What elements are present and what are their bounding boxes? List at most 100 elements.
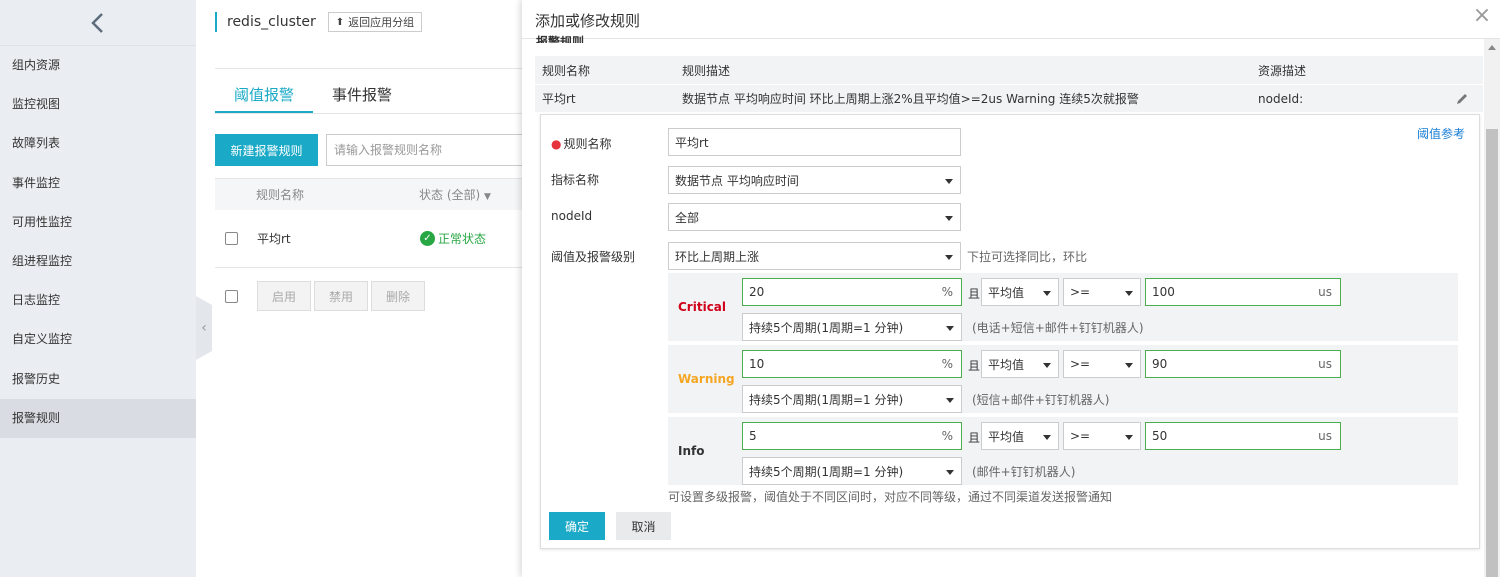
duration-select[interactable]: 持续5个周期(1周期=1 分钟) [742, 385, 962, 413]
resource-desc-cell: nodeId: [1258, 91, 1304, 106]
caret-down-icon [1125, 291, 1133, 296]
caret-down-icon [1125, 363, 1133, 368]
upload-arrow-icon: ⬆ [335, 16, 345, 28]
value-input[interactable]: 100 us [1145, 278, 1341, 306]
level-warning: Warning 10% 且 平均值 >= 90 us 持续5个周期(1周期=1 分… [668, 345, 1458, 413]
table-header: 规则名称 状态 (全部) ▼ [215, 178, 525, 210]
back-button[interactable] [0, 0, 196, 46]
percent-input[interactable]: 5% [742, 422, 962, 450]
table-row: 平均rt 数据节点 平均响应时间 环比上周期上涨2%且平均值>=2us Warn… [535, 84, 1483, 112]
app-title: redis_cluster [227, 14, 316, 30]
caret-down-icon [945, 216, 953, 221]
operator-select[interactable]: >= [1063, 422, 1141, 450]
new-alarm-rule-button[interactable]: 新建报警规则 [215, 134, 318, 166]
tab-threshold-alarm[interactable]: 阈值报警 [215, 80, 314, 113]
enable-button[interactable]: 启用 [257, 281, 312, 311]
level-critical: Critical 20% 且 平均值 >= 100 us 持续5个周期(1周期=1… [668, 273, 1458, 341]
main-content: redis_cluster ⬆ 返回应用分组 阈值报警 事件报警 新建报警规则 … [212, 0, 526, 577]
chevron-left-icon [91, 12, 103, 33]
add-edit-rule-dialog: 添加或修改规则 × 报警规则 规则名称 规则描述 资源描述 平均rt 数据节点 … [522, 0, 1500, 577]
rules-list-table: 规则名称 状态 (全部) ▼ 平均rt ✓ 正常状态 启用 禁用 删除 [215, 178, 525, 324]
channels-text: (电话+短信+邮件+钉钉机器人) [972, 321, 1144, 335]
required-dot-icon: ● [551, 137, 562, 151]
and-label: 且 [968, 431, 981, 445]
sidebar-collapse-handle[interactable]: ‹ [196, 296, 212, 360]
sidebar-item-fault-list[interactable]: 故障列表 [0, 124, 196, 163]
value-input[interactable]: 50 us [1145, 422, 1341, 450]
caret-down-icon [1043, 363, 1051, 368]
percent-input[interactable]: 20% [742, 278, 962, 306]
column-header-rule-desc: 规则描述 [682, 63, 731, 78]
rule-summary-table: 规则名称 规则描述 资源描述 平均rt 数据节点 平均响应时间 环比上周期上涨2… [535, 56, 1483, 112]
sidebar-item-alarm-rules[interactable]: 报警规则 [0, 398, 196, 438]
pencil-icon[interactable] [1455, 92, 1469, 106]
sidebar-item-event-monitor[interactable]: 事件监控 [0, 164, 196, 203]
chevron-left-icon: ‹ [201, 320, 207, 336]
metric-label: 指标名称 [551, 173, 600, 187]
sidebar-item-alarm-history[interactable]: 报警历史 [0, 360, 196, 399]
threshold-reference-link[interactable]: 阈值参考 [1417, 125, 1465, 142]
aggregate-select[interactable]: 平均值 [981, 278, 1059, 306]
operator-select[interactable]: >= [1063, 278, 1141, 306]
level-name-critical: Critical [678, 300, 727, 314]
rule-desc-cell: 数据节点 平均响应时间 环比上周期上涨2%且平均值>=2us Warning 连… [682, 92, 1139, 106]
divider [215, 68, 525, 69]
caret-down-icon [1125, 435, 1133, 440]
caret-down-icon [945, 179, 953, 184]
compare-hint: 下拉可选择同比，环比 [967, 250, 1088, 264]
disable-button[interactable]: 禁用 [314, 281, 369, 311]
confirm-button[interactable]: 确定 [549, 512, 605, 540]
aggregate-select[interactable]: 平均值 [981, 422, 1059, 450]
back-to-group-button[interactable]: ⬆ 返回应用分组 [327, 12, 423, 32]
compare-type-select[interactable]: 环比上周期上涨 [668, 242, 961, 270]
level-info: Info 5% 且 平均值 >= 50 us 持续5个周期(1周期=1 分钟) (… [668, 417, 1458, 485]
operator-select[interactable]: >= [1063, 350, 1141, 378]
sidebar-item-log-monitor[interactable]: 日志监控 [0, 281, 196, 320]
cancel-button[interactable]: 取消 [616, 512, 671, 540]
close-icon[interactable]: × [1472, 5, 1492, 27]
caret-down-icon [946, 470, 954, 475]
rule-name-input[interactable]: 平均rt [668, 128, 961, 156]
alarm-tabs: 阈值报警 事件报警 [215, 80, 525, 114]
duration-select[interactable]: 持续5个周期(1周期=1 分钟) [742, 313, 962, 341]
row-checkbox[interactable] [225, 232, 238, 245]
status-badge: ✓ 正常状态 [420, 230, 486, 247]
rule-name-cell: 平均rt [542, 92, 576, 106]
column-header-name: 规则名称 [256, 188, 305, 202]
section-title: 报警规则 [536, 35, 585, 43]
sidebar-item-custom-monitor[interactable]: 自定义监控 [0, 320, 196, 359]
sidebar-item-group-resources[interactable]: 组内资源 [0, 46, 196, 85]
title-accent-bar [215, 12, 217, 32]
delete-button[interactable]: 删除 [371, 281, 426, 311]
aggregate-select[interactable]: 平均值 [981, 350, 1059, 378]
sidebar-item-availability-monitor[interactable]: 可用性监控 [0, 203, 196, 242]
scrollbar[interactable] [1484, 39, 1500, 577]
level-name-warning: Warning [678, 372, 735, 386]
scroll-up-arrow-icon[interactable] [1488, 45, 1496, 50]
percent-input[interactable]: 10% [742, 350, 962, 378]
status-filter[interactable]: 状态 (全部) ▼ [419, 186, 491, 203]
channels-text: (邮件+钉钉机器人) [972, 465, 1076, 479]
level-name-info: Info [678, 444, 705, 458]
column-header-status: 状态 (全部) [419, 188, 481, 202]
dialog-title: 添加或修改规则 [535, 12, 641, 30]
value-input[interactable]: 90 us [1145, 350, 1341, 378]
rule-edit-form: 阈值参考 ● 规则名称 平均rt 指标名称 数据节点 平均响应时间 nodeId … [540, 114, 1480, 549]
duration-select[interactable]: 持续5个周期(1周期=1 分钟) [742, 457, 962, 485]
column-header-rule-name: 规则名称 [542, 63, 591, 78]
and-label: 且 [968, 287, 981, 301]
caret-down-icon [946, 398, 954, 403]
nodeid-label: nodeId [551, 209, 593, 223]
channels-text: (短信+邮件+钉钉机器人) [972, 393, 1110, 407]
rule-search-input[interactable] [326, 134, 526, 166]
select-all-checkbox[interactable] [225, 289, 238, 303]
metric-select[interactable]: 数据节点 平均响应时间 [668, 166, 961, 194]
rule-name: 平均rt [257, 232, 291, 246]
tab-event-alarm[interactable]: 事件报警 [313, 80, 411, 113]
nodeid-select[interactable]: 全部 [668, 203, 961, 231]
scrollbar-thumb[interactable] [1486, 129, 1498, 577]
check-circle-icon: ✓ [420, 231, 435, 246]
sidebar-item-monitor-view[interactable]: 监控视图 [0, 85, 196, 124]
sidebar-item-process-monitor[interactable]: 组进程监控 [0, 242, 196, 281]
sidebar: 组内资源 监控视图 故障列表 事件监控 可用性监控 组进程监控 日志监控 自定义… [0, 0, 196, 577]
